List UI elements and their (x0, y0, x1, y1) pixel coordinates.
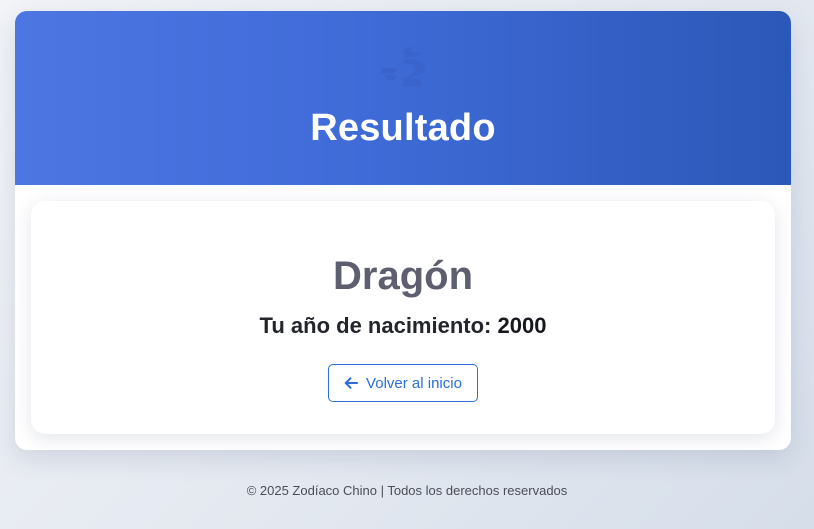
dragon-icon (375, 44, 431, 88)
back-home-button[interactable]: Volver al inicio (328, 364, 478, 402)
back-home-label: Volver al inicio (366, 374, 462, 392)
card-header: Resultado (15, 11, 791, 185)
zodiac-sign-name: Dragón (333, 254, 473, 298)
arrow-left-icon (344, 376, 359, 390)
birth-year-label: Tu año de nacimiento: (259, 313, 492, 338)
page-footer: © 2025 Zodíaco Chino | Todos los derecho… (246, 483, 568, 498)
result-panel: Dragón Tu año de nacimiento: 2000 Volver… (31, 201, 775, 434)
birth-year-line: Tu año de nacimiento: 2000 (31, 313, 775, 339)
page-title: Resultado (310, 107, 496, 149)
card-body: Dragón Tu año de nacimiento: 2000 Volver… (15, 185, 791, 450)
result-card: Resultado Dragón Tu año de nacimiento: 2… (15, 11, 791, 450)
birth-year-value: 2000 (497, 313, 547, 338)
